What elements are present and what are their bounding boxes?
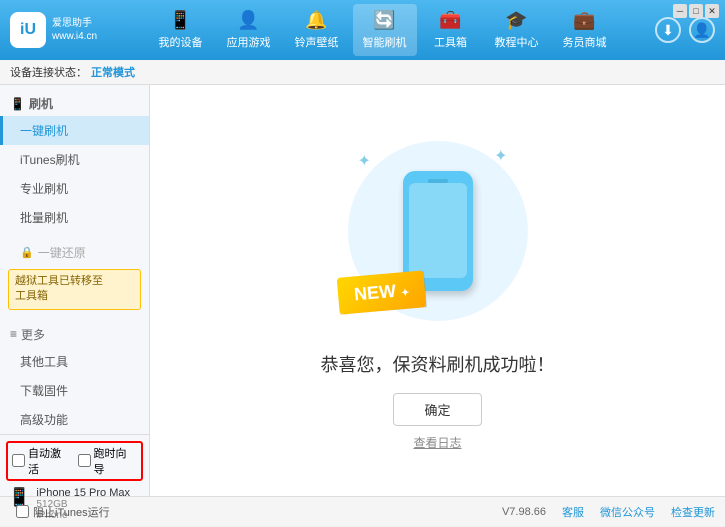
check-update-link[interactable]: 检查更新 <box>671 504 715 520</box>
warning-box: 越狱工具已转移至 工具箱 <box>8 269 141 310</box>
status-text: 正常模式 <box>91 64 135 80</box>
sidebar-item-itunes-flash[interactable]: iTunes刷机 <box>0 145 149 174</box>
phone-notch <box>428 179 448 183</box>
time-guide-checkbox[interactable]: 跑时向导 <box>78 445 138 477</box>
services-icon: 💼 <box>573 10 595 31</box>
nav-tutorials[interactable]: 🎓 教程中心 <box>485 4 549 56</box>
footer-main: V7.98.66 客服 微信公众号 检查更新 <box>150 504 725 520</box>
confirm-button[interactable]: 确定 <box>393 393 481 426</box>
stop-itunes-checkbox[interactable] <box>16 505 29 518</box>
minimize-button[interactable]: ─ <box>673 4 687 18</box>
stop-itunes-row: 阻止iTunes运行 <box>8 502 118 522</box>
flash-section-icon: 📱 <box>10 97 25 111</box>
close-button[interactable]: ✕ <box>705 4 719 18</box>
sidebar-flash-section: 📱 刷机 <box>0 91 149 116</box>
tutorials-icon: 🎓 <box>505 10 527 31</box>
logo: iU 爱思助手 www.i4.cn <box>10 12 110 48</box>
sidebar-item-one-key-flash[interactable]: 一键刷机 <box>0 116 149 145</box>
log-link[interactable]: 查看日志 <box>413 434 461 451</box>
new-badge: NEW ✦ <box>336 270 426 314</box>
nav-ringtones[interactable]: 🔔 铃声壁纸 <box>285 4 349 56</box>
auto-activate-input[interactable] <box>12 454 25 467</box>
sidebar-item-other-tools[interactable]: 其他工具 <box>0 347 149 376</box>
wechat-link[interactable]: 微信公众号 <box>600 504 655 520</box>
nav-tools[interactable]: 🧰 工具箱 <box>421 4 481 56</box>
sidebar-item-one-key-restore: 🔒 一键还原 <box>0 240 149 265</box>
sparkle-icon-tr: ✦ <box>494 146 507 166</box>
download-button[interactable]: ⬇ <box>655 17 681 43</box>
maximize-button[interactable]: □ <box>689 4 703 18</box>
activation-row: 自动激活 跑时向导 <box>6 441 143 481</box>
header-right: ⬇ 👤 <box>655 17 715 43</box>
nav-apps-games[interactable]: 👤 应用游戏 <box>217 4 281 56</box>
phone-screen <box>409 183 467 278</box>
success-message: 恭喜您，保资料刷机成功啦！ <box>321 351 555 377</box>
nav-my-device[interactable]: 📱 我的设备 <box>149 4 213 56</box>
more-section-icon: ≡ <box>10 327 17 341</box>
nav-smart-flash[interactable]: 🔄 智能刷机 <box>353 4 417 56</box>
nav-services[interactable]: 💼 务员商城 <box>553 4 617 56</box>
auto-activate-checkbox[interactable]: 自动激活 <box>12 445 72 477</box>
sidebar-item-batch-flash[interactable]: 批量刷机 <box>0 203 149 232</box>
sidebar-item-download-firmware[interactable]: 下载固件 <box>0 376 149 405</box>
version-text: V7.98.66 <box>502 506 546 518</box>
status-bar: 设备连接状态： 正常模式 <box>0 60 725 85</box>
sidebar-item-pro-flash[interactable]: 专业刷机 <box>0 174 149 203</box>
window-controls: ─ □ ✕ <box>673 4 719 18</box>
device-name: iPhone 15 Pro Max <box>36 487 130 499</box>
feedback-link[interactable]: 客服 <box>562 504 584 520</box>
time-guide-input[interactable] <box>78 454 91 467</box>
nav-bar: 📱 我的设备 👤 应用游戏 🔔 铃声壁纸 🔄 智能刷机 🧰 工具箱 🎓 <box>110 4 655 56</box>
logo-text: 爱思助手 www.i4.cn <box>52 17 97 43</box>
logo-icon: iU <box>10 12 46 48</box>
phone-illustration: ✦ ✦ NEW ✦ <box>338 131 538 331</box>
footer-left: 阻止iTunes运行 <box>0 502 150 522</box>
sparkle-icon-tl: ✦ <box>358 151 371 171</box>
sidebar: 📱 刷机 一键刷机 iTunes刷机 专业刷机 批量刷机 🔒 一键还原 越狱工 <box>0 85 150 496</box>
tools-icon: 🧰 <box>439 10 461 31</box>
user-button[interactable]: 👤 <box>689 17 715 43</box>
device-icon: 📱 <box>169 10 191 31</box>
flash-icon: 🔄 <box>373 10 395 31</box>
main-content: ✦ ✦ NEW ✦ 恭喜您，保资料刷机成功啦！ 确定 查看日志 <box>150 85 725 496</box>
apps-icon: 👤 <box>237 10 259 31</box>
header: iU 爱思助手 www.i4.cn 📱 我的设备 👤 应用游戏 🔔 铃声壁纸 🔄… <box>0 0 725 60</box>
sidebar-item-advanced[interactable]: 高级功能 <box>0 405 149 434</box>
ringtones-icon: 🔔 <box>305 10 327 31</box>
sidebar-more-section: ≡ 更多 <box>0 322 149 347</box>
